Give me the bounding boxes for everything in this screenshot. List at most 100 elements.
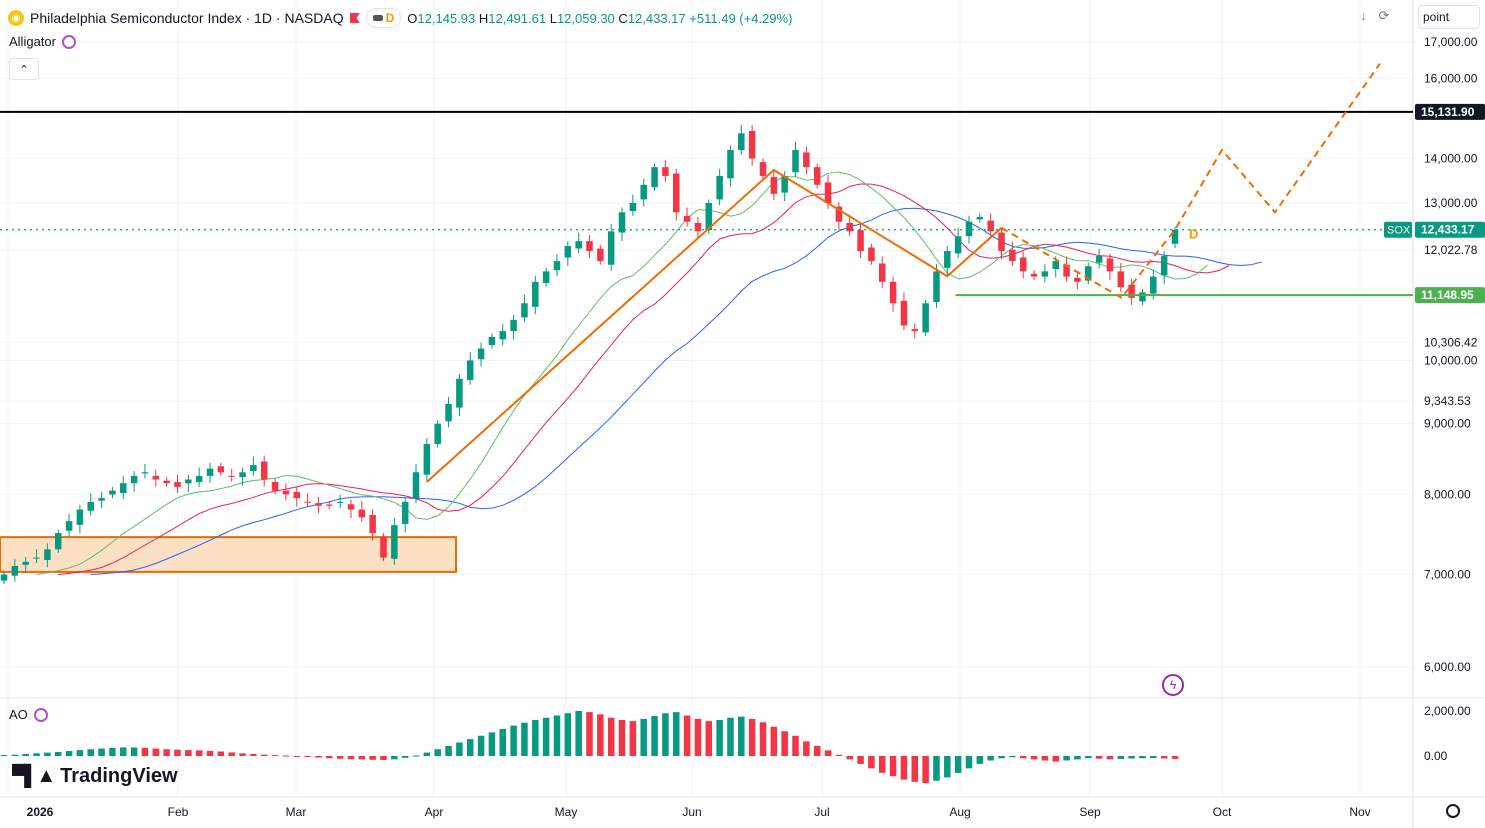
lightning-icon[interactable]: ϟ (1162, 674, 1184, 696)
interval-badge[interactable]: D (365, 8, 402, 28)
ao-bar (347, 756, 355, 760)
resistance-price-label: 15,131.90 (1421, 105, 1475, 119)
candle-body (217, 466, 225, 473)
candle-body (651, 167, 658, 188)
last-price-label: 12,433.17 (1421, 223, 1475, 237)
ao-bar (748, 718, 756, 756)
flag-icon[interactable] (349, 13, 360, 23)
candle-body (900, 300, 908, 326)
candle-body (672, 173, 680, 213)
collapse-chevron-icon[interactable]: ⌃ (9, 58, 39, 80)
ao-bar (553, 715, 561, 756)
ao-bar (629, 721, 637, 756)
ao-legend[interactable]: AO (9, 707, 48, 722)
ao-bar (1117, 756, 1125, 759)
ao-bar (759, 722, 767, 756)
ao-bar (889, 756, 897, 777)
ao-bar (391, 756, 398, 760)
candle-body (380, 536, 387, 558)
chart-canvas[interactable]: 15,131.90 SOX 12,433.17 11,148.95 D 17,000.00… (0, 0, 1485, 828)
logo-icon: ◉ (8, 10, 24, 26)
candle-body (76, 509, 84, 525)
ao-bar (813, 745, 821, 756)
cycle-icon[interactable] (33, 707, 48, 722)
ao-bar (33, 753, 40, 756)
ao-bar (662, 713, 669, 756)
candle-body (466, 360, 474, 380)
ao-bar (228, 752, 235, 756)
ao-bar (315, 756, 322, 758)
alligator-label: Alligator (9, 34, 56, 49)
tv-mark-icon: ▀▌▲ (12, 765, 56, 787)
price-tick-label: 9,000.00 (1424, 417, 1471, 431)
candle-body (260, 461, 268, 480)
settings-gear-icon[interactable] (1446, 804, 1460, 818)
time-tick-label: Feb (168, 805, 189, 819)
cycle-icon[interactable] (61, 34, 76, 49)
tv-logo-text: TradingView (60, 765, 178, 787)
ao-bar (195, 750, 203, 756)
ao-bar (163, 749, 170, 756)
ohlc-open: 12,145.93 (417, 10, 476, 26)
candle-body (629, 202, 637, 212)
candle-body (98, 498, 105, 501)
candle-body (11, 565, 19, 576)
unit-select[interactable]: point (1418, 5, 1480, 29)
download-icon[interactable]: ↓ (1360, 8, 1367, 24)
ao-bar (803, 741, 810, 756)
ao-bar (532, 720, 539, 756)
time-tick-label: Sep (1079, 805, 1101, 819)
candle-body (738, 133, 745, 151)
ohlc-change: +511.49 (+4.29%) (689, 10, 793, 26)
ao-bar (271, 755, 279, 757)
ao-bar (44, 752, 51, 756)
ao-bar (792, 735, 799, 756)
time-tick-label: Apr (425, 805, 444, 819)
ao-bar (987, 756, 994, 761)
ao-bar (1085, 756, 1092, 759)
candle-body (434, 423, 441, 445)
time-tick-label: Oct (1213, 805, 1232, 819)
time-tick-label: 2026 (27, 805, 54, 819)
ao-tick-label: 0.00 (1424, 749, 1448, 763)
fullscreen-icon[interactable]: ⟳ (1379, 8, 1390, 24)
alligator-legend[interactable]: Alligator (9, 34, 76, 49)
candle-body (174, 482, 181, 487)
candle-body (857, 230, 864, 252)
ao-bar (130, 747, 138, 756)
ao-bar (900, 756, 908, 780)
ao-bar (380, 756, 387, 761)
candle-body (44, 549, 51, 560)
ao-bar (477, 735, 485, 756)
price-tick-label: 14,000.00 (1424, 152, 1478, 166)
ao-bar (109, 747, 116, 756)
candle-body (1019, 257, 1027, 272)
candle-body (499, 331, 507, 340)
ao-bar (542, 717, 550, 756)
candle-body (304, 501, 311, 503)
candle-body (423, 444, 431, 475)
ao-bar (954, 756, 962, 773)
candle-body (1160, 256, 1168, 276)
ao-bar (326, 756, 333, 759)
candle-body (510, 319, 517, 332)
ao-bar (770, 726, 778, 756)
ao-bar (412, 755, 420, 757)
ohlc-close-label: C (618, 10, 628, 26)
tradingview-logo[interactable]: ▀▌▲ TradingView (12, 765, 178, 788)
candle-body (553, 261, 561, 271)
ohlc-open-label: O (407, 10, 418, 26)
candle-body (130, 475, 138, 484)
candle-body (1009, 249, 1016, 262)
symbol-title[interactable]: Philadelphia Semiconductor Index · 1D · … (30, 10, 344, 26)
candle-body (542, 271, 550, 284)
candle-body (1030, 273, 1038, 277)
ao-bar (998, 756, 1005, 759)
time-tick-label: Jun (682, 805, 701, 819)
ao-bar (260, 754, 268, 756)
ohlc-high-label: H (478, 10, 489, 26)
candle-body (152, 475, 160, 480)
candle-body (326, 504, 333, 506)
ao-bar (716, 720, 723, 756)
ao-bar (1009, 756, 1016, 758)
